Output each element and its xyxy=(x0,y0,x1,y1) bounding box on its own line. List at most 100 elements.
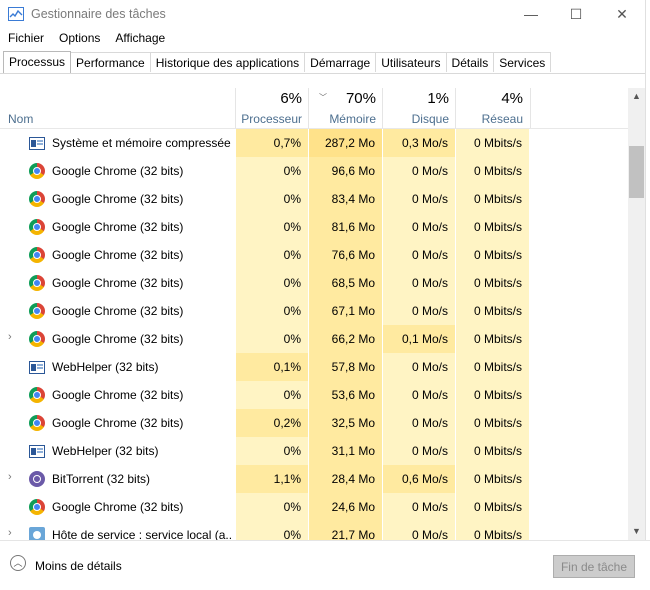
menu-affichage[interactable]: Affichage xyxy=(107,29,172,49)
memory-cell: 83,4 Mo xyxy=(308,185,382,213)
scroll-up-icon[interactable]: ▲ xyxy=(628,88,645,105)
process-list: Système et mémoire compressée 0,7% 287,2 M… xyxy=(0,129,628,541)
disk-cell: 0 Mo/s xyxy=(382,213,455,241)
fewer-details-link[interactable]: Moins de détails xyxy=(35,559,122,573)
table-row[interactable]: Google Chrome (32 bits) 0% 67,1 Mo 0 Mo/s 0 … xyxy=(0,297,628,325)
end-task-button[interactable]: Fin de tâche xyxy=(553,555,635,578)
cpu-percent: 6% xyxy=(280,90,302,107)
column-disk[interactable]: 1% Disque xyxy=(382,88,456,128)
cpu-cell: 0% xyxy=(235,213,308,241)
chrome-icon xyxy=(29,303,45,319)
table-row[interactable]: WebHelper (32 bits) 0,1% 57,8 Mo 0 Mo/s 0 Mb… xyxy=(0,353,628,381)
cpu-cell: 0% xyxy=(235,241,308,269)
menu-options[interactable]: Options xyxy=(51,29,107,49)
memory-cell: 287,2 Mo xyxy=(308,129,382,157)
table-row[interactable]: Google Chrome (32 bits) 0,2% 32,5 Mo 0 Mo/s… xyxy=(0,409,628,437)
expand-chevron-icon[interactable]: › xyxy=(8,471,18,483)
tab-details[interactable]: Détails xyxy=(445,52,495,72)
menu-fichier[interactable]: Fichier xyxy=(0,29,51,49)
tab-divider xyxy=(0,73,650,74)
memory-cell: 68,5 Mo xyxy=(308,269,382,297)
memory-cell: 53,6 Mo xyxy=(308,381,382,409)
memory-cell: 24,6 Mo xyxy=(308,493,382,521)
cpu-cell: 0,7% xyxy=(235,129,308,157)
tab-demarrage[interactable]: Démarrage xyxy=(304,52,377,72)
network-cell: 0 Mbits/s xyxy=(455,297,529,325)
table-row[interactable]: Google Chrome (32 bits) 0% 81,6 Mo 0 Mo/s 0 … xyxy=(0,213,628,241)
network-cell: 0 Mbits/s xyxy=(455,241,529,269)
disk-cell: 0 Mo/s xyxy=(382,297,455,325)
chrome-icon xyxy=(29,191,45,207)
table-row[interactable]: Google Chrome (32 bits) 0% 96,6 Mo 0 Mo/s 0 … xyxy=(0,157,628,185)
memory-cell: 32,5 Mo xyxy=(308,409,382,437)
cpu-cell: 0% xyxy=(235,521,308,541)
process-name: WebHelper (32 bits) xyxy=(52,444,159,458)
table-row[interactable]: Google Chrome (32 bits) 0% 83,4 Mo 0 Mo/s 0 … xyxy=(0,185,628,213)
network-cell: 0 Mbits/s xyxy=(455,213,529,241)
table-row[interactable]: Google Chrome (32 bits) 0% 24,6 Mo 0 Mo/s 0 … xyxy=(0,493,628,521)
column-name[interactable]: Nom xyxy=(8,112,33,126)
cpu-cell: 0% xyxy=(235,493,308,521)
tab-performance[interactable]: Performance xyxy=(70,52,151,72)
expand-chevron-icon[interactable]: › xyxy=(8,527,18,539)
network-cell: 0 Mbits/s xyxy=(455,437,529,465)
cpu-cell: 0,2% xyxy=(235,409,308,437)
network-cell: 0 Mbits/s xyxy=(455,269,529,297)
footer-bar: ︿ Moins de détails Fin de tâche xyxy=(0,540,650,590)
process-name: Google Chrome (32 bits) xyxy=(52,304,184,318)
close-button[interactable]: ✕ xyxy=(599,0,645,28)
memory-cell: 28,4 Mo xyxy=(308,465,382,493)
scroll-thumb[interactable] xyxy=(629,146,644,198)
column-cpu[interactable]: 6% Processeur xyxy=(235,88,309,128)
column-memory[interactable]: ﹀ 70% Mémoire xyxy=(308,88,383,128)
network-cell: 0 Mbits/s xyxy=(455,381,529,409)
chrome-icon xyxy=(29,275,45,291)
tab-services[interactable]: Services xyxy=(493,52,552,72)
scroll-down-icon[interactable]: ▼ xyxy=(628,523,645,540)
chrome-icon xyxy=(29,163,45,179)
cpu-cell: 0% xyxy=(235,185,308,213)
vertical-scrollbar[interactable]: ▲ ▼ xyxy=(628,88,645,540)
tab-historique[interactable]: Historique des applications xyxy=(149,52,306,72)
tab-utilisateurs[interactable]: Utilisateurs xyxy=(375,52,447,72)
process-name: Google Chrome (32 bits) xyxy=(52,248,184,262)
memory-cell: 96,6 Mo xyxy=(308,157,382,185)
network-cell: 0 Mbits/s xyxy=(455,465,529,493)
table-row[interactable]: Système et mémoire compressée 0,7% 287,2 M… xyxy=(0,129,628,157)
disk-cell: 0,6 Mo/s xyxy=(382,465,455,493)
process-name: Google Chrome (32 bits) xyxy=(52,192,184,206)
process-name: Google Chrome (32 bits) xyxy=(52,500,184,514)
process-name: WebHelper (32 bits) xyxy=(52,360,159,374)
tab-processus[interactable]: Processus xyxy=(3,51,72,73)
disk-cell: 0 Mo/s xyxy=(382,409,455,437)
window-edge xyxy=(645,0,650,589)
disk-cell: 0,1 Mo/s xyxy=(382,325,455,353)
maximize-button[interactable]: ☐ xyxy=(553,0,599,28)
table-row[interactable]: Google Chrome (32 bits) 0% 76,6 Mo 0 Mo/s 0 … xyxy=(0,241,628,269)
network-label: Réseau xyxy=(481,112,523,126)
table-row[interactable]: › Google Chrome (32 bits) 0% 66,2 Mo 0,1 Mo/… xyxy=(0,325,628,353)
service-host-icon xyxy=(29,527,45,541)
tab-strip: Processus Performance Historique des app… xyxy=(3,51,552,73)
chrome-icon xyxy=(29,331,45,347)
cpu-cell: 0% xyxy=(235,157,308,185)
memory-label: Mémoire xyxy=(329,112,376,126)
disk-cell: 0 Mo/s xyxy=(382,157,455,185)
disk-cell: 0,3 Mo/s xyxy=(382,129,455,157)
table-row[interactable]: Google Chrome (32 bits) 0% 53,6 Mo 0 Mo/s 0 … xyxy=(0,381,628,409)
table-row[interactable]: WebHelper (32 bits) 0% 31,1 Mo 0 Mo/s 0 Mbit… xyxy=(0,437,628,465)
disk-label: Disque xyxy=(411,112,449,126)
memory-cell: 31,1 Mo xyxy=(308,437,382,465)
chevron-up-icon[interactable]: ︿ xyxy=(10,555,26,571)
chrome-icon xyxy=(29,499,45,515)
process-name: Google Chrome (32 bits) xyxy=(52,220,184,234)
column-network[interactable]: 4% Réseau xyxy=(455,88,531,128)
table-row[interactable]: › Hôte de service : service local (a... 0%… xyxy=(0,521,628,541)
table-row[interactable]: Google Chrome (32 bits) 0% 68,5 Mo 0 Mo/s 0 … xyxy=(0,269,628,297)
cpu-cell: 0% xyxy=(235,269,308,297)
disk-cell: 0 Mo/s xyxy=(382,353,455,381)
table-row[interactable]: › BitTorrent (32 bits) 1,1% 28,4 Mo 0,6 Mo/s… xyxy=(0,465,628,493)
expand-chevron-icon[interactable]: › xyxy=(8,331,18,343)
minimize-button[interactable]: — xyxy=(508,0,554,28)
chrome-icon xyxy=(29,247,45,263)
